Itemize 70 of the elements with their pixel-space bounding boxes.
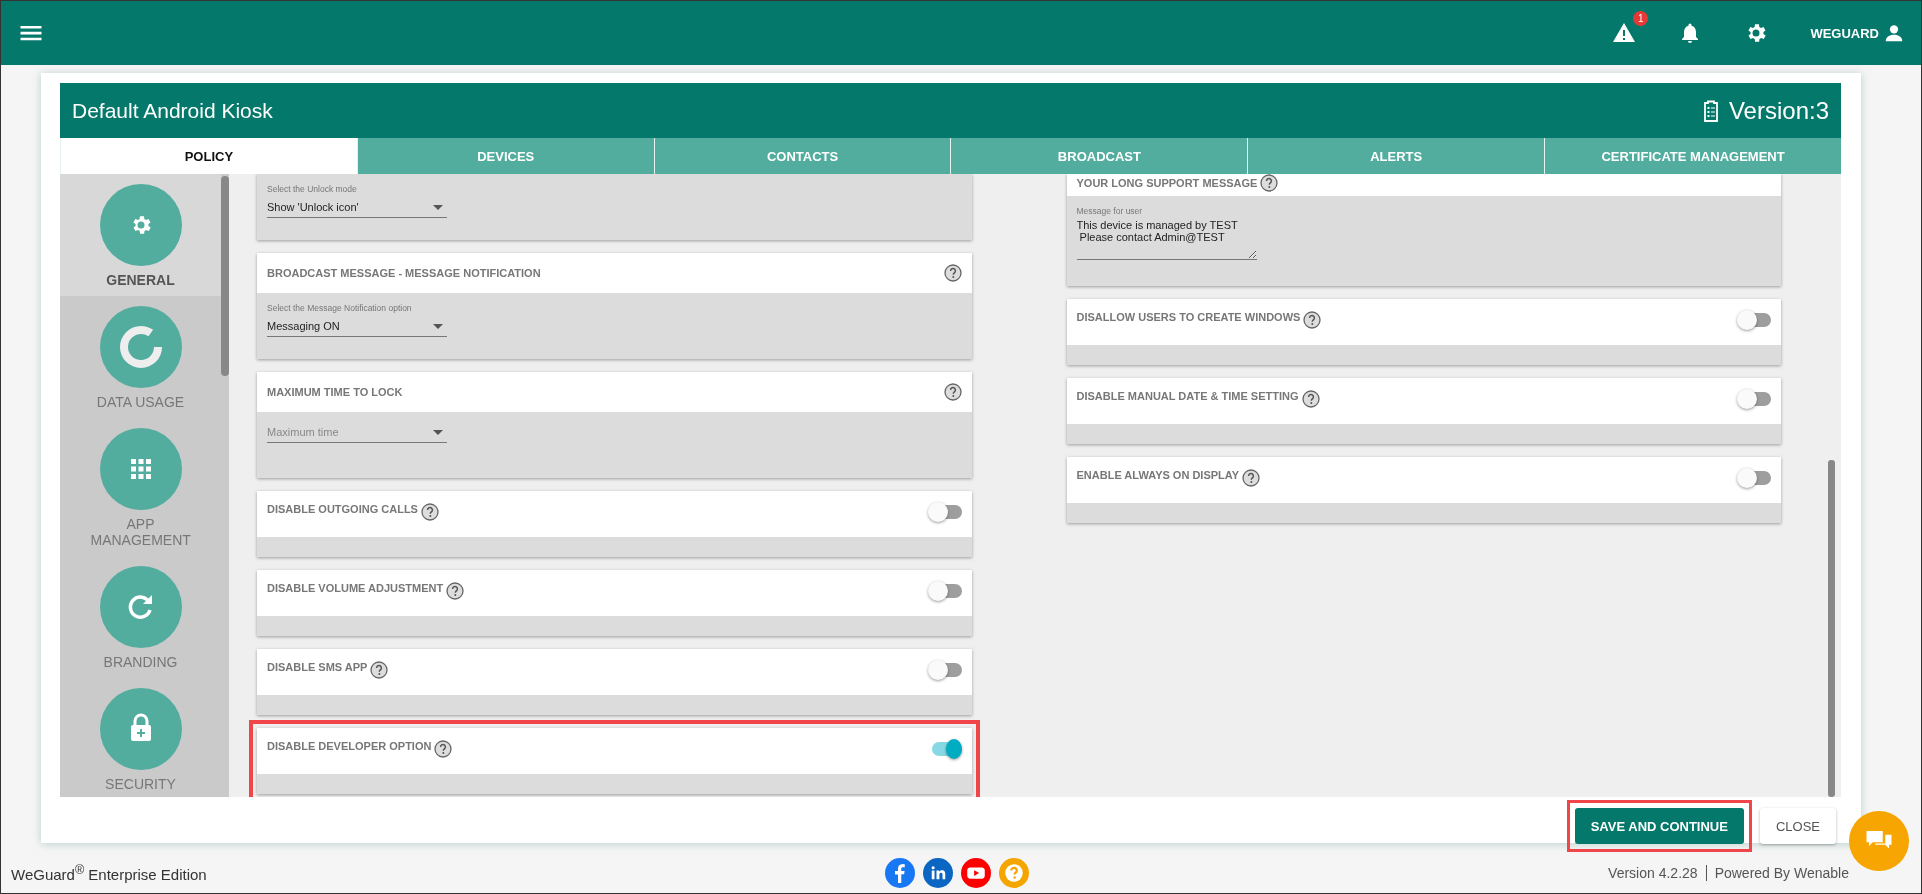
setting-title: DISABLE DEVELOPER OPTION — [267, 740, 432, 752]
field-label: Message for user — [1076, 206, 1144, 216]
tab[interactable]: DEVICES — [356, 138, 654, 174]
save-button[interactable]: SAVE AND CONTINUE — [1574, 808, 1744, 844]
setting-title: MAXIMUM TIME TO LOCK — [267, 386, 403, 398]
setting-title: DISABLE SMS APP — [267, 661, 368, 673]
help-icon[interactable] — [1242, 469, 1261, 487]
sidebar-label: APP MANAGEMENT — [90, 516, 191, 548]
toggle-switch[interactable] — [931, 505, 962, 519]
help-icon[interactable] — [943, 264, 962, 282]
help-icon[interactable] — [1301, 390, 1320, 408]
gear-icon — [99, 184, 182, 266]
tab[interactable]: ALERTS — [1247, 138, 1545, 174]
help-icon[interactable] — [420, 503, 439, 521]
field-label: Select the Unlock mode — [267, 184, 358, 194]
dropdown-field[interactable]: Maximum time — [267, 422, 447, 443]
setting-title: DISALLOW USERS TO CREATE WINDOWS — [1076, 311, 1301, 323]
refresh-icon — [99, 566, 182, 648]
scrollbar-thumb[interactable] — [1828, 460, 1835, 797]
grid-icon — [99, 428, 182, 510]
warning-icon[interactable] — [1612, 21, 1637, 45]
help-icon[interactable] — [1260, 174, 1279, 192]
sidebar-label: DATA USAGE — [95, 394, 186, 410]
toggle-switch[interactable] — [931, 584, 962, 598]
sidebar-item[interactable]: SECURITY — [60, 678, 221, 797]
help-icon[interactable] — [370, 661, 389, 679]
tab[interactable]: BROADCAST — [950, 138, 1248, 174]
sidebar-item[interactable]: BRANDING — [60, 556, 221, 678]
sidebar-item[interactable]: APP MANAGEMENT — [60, 418, 221, 556]
setting-title: DISABLE OUTGOING CALLS — [267, 503, 418, 515]
facebook-icon[interactable] — [885, 858, 915, 888]
powered-by-text: Powered By Wenable — [1714, 865, 1849, 881]
tab[interactable]: CERTIFICATE MANAGEMENT — [1544, 138, 1841, 174]
help-icon[interactable] — [943, 383, 962, 401]
caret-icon — [433, 323, 443, 329]
sidebar-label: BRANDING — [102, 654, 179, 670]
edition-text: WeGuard$^{®}$ Enterprise Edition — [11, 863, 207, 883]
user-icon — [1883, 22, 1905, 44]
sidebar-label: GENERAL — [105, 272, 176, 288]
dropdown-field[interactable]: Show 'Unlock icon' — [267, 197, 447, 218]
version-label: Version:3 — [1728, 96, 1829, 125]
user-menu[interactable]: WEGUARD — [1810, 22, 1905, 44]
policy-title: Default Android Kiosk — [72, 98, 273, 123]
app-version: Version 4.2.28 — [1608, 865, 1698, 881]
tab[interactable]: CONTACTS — [653, 138, 951, 174]
sidebar-label: SECURITY — [104, 776, 177, 792]
linkedin-icon[interactable] — [923, 858, 953, 888]
caret-icon — [433, 429, 443, 435]
toggle-switch[interactable] — [931, 742, 962, 756]
donut-icon — [99, 306, 182, 388]
setting-title: ENABLE ALWAYS ON DISPLAY — [1076, 469, 1240, 481]
scrollbar-thumb[interactable] — [221, 176, 229, 376]
sidebar-item[interactable]: DATA USAGE — [60, 296, 221, 418]
setting-title: YOUR LONG SUPPORT MESSAGE — [1076, 177, 1258, 189]
field-label: Select the Message Notification option — [267, 303, 413, 313]
toggle-switch[interactable] — [931, 663, 962, 677]
help-icon[interactable] — [1303, 311, 1322, 329]
dropdown-field[interactable]: Messaging ON — [267, 316, 447, 337]
help-icon[interactable] — [434, 740, 453, 758]
close-button[interactable]: CLOSE — [1759, 808, 1836, 844]
youtube-icon[interactable] — [961, 858, 991, 888]
alert-count-badge: 1 — [1633, 11, 1649, 26]
help-icon[interactable] — [446, 582, 465, 600]
caret-icon — [433, 204, 443, 210]
setting-title: DISABLE MANUAL DATE & TIME SETTING — [1076, 390, 1299, 402]
setting-title: DISABLE VOLUME ADJUSTMENT — [267, 582, 444, 594]
sidebar-item[interactable]: GENERAL — [60, 174, 221, 296]
lock-icon — [99, 688, 182, 770]
setting-title: BROADCAST MESSAGE - MESSAGE NOTIFICATION — [267, 267, 541, 279]
message-field[interactable]: This device is managed by TEST Please contact Admin@TEST — [1076, 219, 1257, 260]
